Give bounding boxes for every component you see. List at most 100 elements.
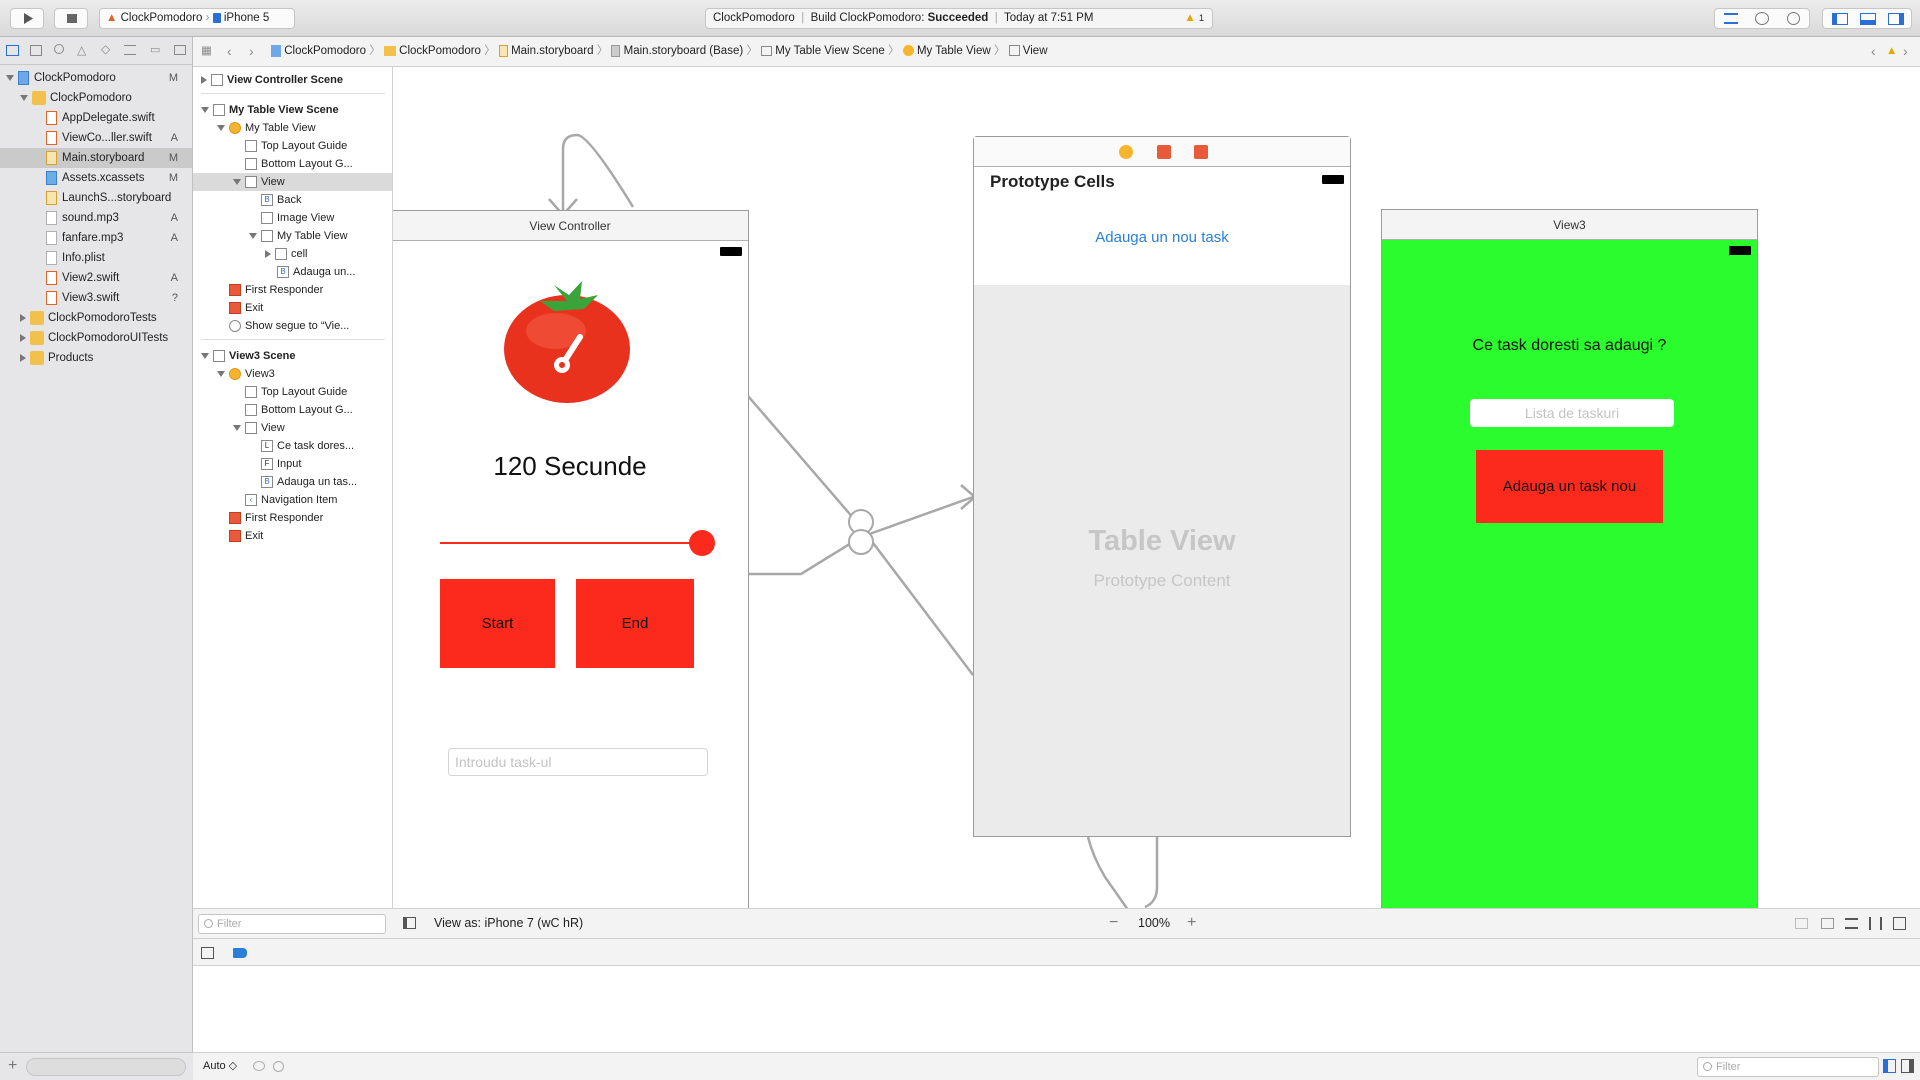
zoom-in-icon[interactable]: + — [1187, 908, 1196, 937]
nav-item-file[interactable]: sound.mp3 A — [0, 208, 192, 228]
slider-thumb[interactable] — [689, 530, 715, 556]
task-input[interactable]: Introudu task-ul — [448, 748, 708, 776]
outline-row[interactable]: Top Layout Guide — [245, 383, 347, 401]
outline-row[interactable]: F Input — [261, 455, 301, 473]
crumb-file[interactable]: Main.storyboard — [511, 45, 593, 57]
view-controller-scene[interactable]: View Controller 120 Secunde Start End In… — [393, 210, 749, 908]
end-button[interactable]: End — [576, 579, 694, 668]
outline-row[interactable]: Exit — [229, 299, 263, 317]
previous-issue-icon[interactable]: ‹ — [1871, 37, 1876, 66]
assistant-editor-icon[interactable] — [1755, 12, 1769, 25]
next-issue-icon[interactable]: › — [1903, 37, 1908, 66]
warning-indicator[interactable]: ▲ 1 — [1184, 9, 1204, 28]
nav-item-file[interactable]: ViewCo...ller.swift A — [0, 128, 192, 148]
add-new-task-button[interactable]: Adauga un task nou — [1476, 450, 1663, 523]
outline-row[interactable]: View3 — [217, 365, 275, 383]
nav-item-file[interactable]: Info.plist — [0, 248, 192, 268]
crumb-localization[interactable]: Main.storyboard (Base) — [624, 45, 744, 57]
nav-item-group[interactable]: ClockPomodoroTests — [0, 308, 192, 328]
outline-row[interactable]: First Responder — [229, 281, 323, 299]
outline-row-selected[interactable]: View — [193, 173, 392, 191]
info-icon[interactable] — [273, 1061, 284, 1072]
nav-item-file[interactable]: fanfare.mp3 A — [0, 228, 192, 248]
debug-console[interactable] — [193, 966, 1920, 1052]
nav-item-file[interactable]: LaunchS...storyboard — [0, 188, 192, 208]
related-items-icon[interactable]: ▦ — [201, 37, 212, 66]
outline-row[interactable]: Top Layout Guide — [245, 137, 347, 155]
breakpoint-navigator-icon[interactable]: ▭ — [150, 43, 160, 56]
auto-selector[interactable]: Auto ◇ — [203, 1053, 237, 1080]
outline-scene-row[interactable]: View3 Scene — [201, 347, 295, 365]
nav-item-group[interactable]: Products — [0, 348, 192, 368]
nav-item-file[interactable]: Assets.xcassets M — [0, 168, 192, 188]
outline-row[interactable]: My Table View — [249, 227, 348, 245]
scheme-selector[interactable]: ▲ ClockPomodoro › iPhone 5 — [99, 8, 295, 29]
outline-scene-row[interactable]: View Controller Scene — [201, 71, 343, 89]
prototype-cell[interactable]: Adauga un nou task — [974, 199, 1350, 285]
eye-icon[interactable] — [253, 1061, 265, 1071]
align-icon[interactable] — [1845, 918, 1858, 929]
outline-filter-field[interactable]: Filter — [198, 914, 386, 934]
outline-row[interactable]: My Table View — [217, 119, 316, 137]
test-navigator-icon[interactable]: ◇ — [101, 42, 110, 56]
first-responder-icon[interactable] — [1157, 145, 1171, 159]
outline-row[interactable]: Image View — [261, 209, 334, 227]
navigator-toggle-icon[interactable] — [1832, 13, 1848, 25]
variables-view-toggle-icon[interactable] — [1883, 1059, 1896, 1073]
time-slider[interactable] — [440, 528, 715, 558]
breadcrumb[interactable]: ClockPomodoro 〉 ClockPomodoro 〉 Main.sto… — [271, 37, 1048, 66]
outline-row[interactable]: ‹ Navigation Item — [245, 491, 337, 509]
crumb-view[interactable]: View — [1023, 45, 1048, 57]
table-view-scene[interactable]: Prototype Cells Adauga un nou task Table… — [973, 136, 1351, 837]
task-list-input[interactable]: Lista de taskuri — [1470, 399, 1674, 427]
editor-mode-control[interactable] — [1714, 8, 1810, 29]
issue-navigator-icon[interactable]: △ — [77, 43, 86, 57]
nav-item-project[interactable]: ClockPomodoro M — [0, 68, 192, 88]
utilities-toggle-icon[interactable] — [1888, 13, 1904, 25]
nav-item-file[interactable]: AppDelegate.swift — [0, 108, 192, 128]
folder-icon[interactable] — [6, 45, 19, 56]
view-as-device[interactable]: View as: iPhone 7 (wC hR) — [434, 909, 583, 938]
back-arrow-icon[interactable]: ‹ — [227, 37, 232, 66]
outline-row[interactable]: B Adauga un... — [277, 263, 355, 281]
view-controller-icon[interactable] — [1119, 145, 1133, 159]
search-icon[interactable] — [54, 44, 64, 54]
crumb-project[interactable]: ClockPomodoro — [284, 45, 366, 57]
nav-item-file-selected[interactable]: Main.storyboard M — [0, 148, 192, 168]
exit-icon[interactable] — [1194, 145, 1208, 159]
nav-item-file[interactable]: View3.swift? — [0, 288, 192, 308]
pin-icon[interactable] — [1869, 917, 1882, 930]
nav-item-group[interactable]: ClockPomodoroUITests — [0, 328, 192, 348]
zoom-out-icon[interactable]: − — [1109, 908, 1118, 937]
warning-icon[interactable]: ▲ — [1886, 37, 1897, 66]
outline-row[interactable]: B Back — [261, 191, 301, 209]
panel-toggle-control[interactable] — [1822, 8, 1912, 29]
add-task-cell-button[interactable]: Adauga un nou task — [974, 229, 1350, 246]
console-filter-field[interactable]: Filter — [1697, 1057, 1879, 1077]
segue-icon[interactable] — [848, 529, 874, 555]
resolve-issues-icon[interactable] — [1893, 917, 1906, 930]
debug-navigator-icon[interactable] — [124, 45, 136, 55]
outline-row[interactable]: View — [233, 419, 285, 437]
crumb-scene[interactable]: My Table View Scene — [775, 45, 885, 57]
outline-row[interactable]: Show segue to “Vie... — [229, 317, 349, 335]
outline-row[interactable]: Bottom Layout G... — [245, 155, 353, 173]
view3-scene[interactable]: View3 Ce task doresti sa adaugi ? Lista … — [1381, 209, 1758, 908]
storyboard-canvas[interactable]: View Controller 120 Secunde Start End In… — [393, 67, 1920, 908]
add-icon[interactable]: + — [8, 1057, 17, 1075]
outline-row[interactable]: First Responder — [229, 509, 323, 527]
symbol-navigator-icon[interactable] — [30, 45, 42, 56]
console-view-toggle-icon[interactable] — [1901, 1059, 1914, 1073]
outline-row[interactable]: L Ce task dores... — [261, 437, 354, 455]
stop-button[interactable] — [54, 8, 88, 29]
debug-toggle-icon[interactable] — [1860, 13, 1876, 25]
version-editor-icon[interactable] — [1787, 12, 1800, 25]
forward-arrow-icon[interactable]: › — [249, 37, 254, 66]
stack-icon[interactable] — [1821, 918, 1834, 929]
embed-in-icon[interactable] — [1795, 918, 1808, 929]
outline-row[interactable]: Exit — [229, 527, 263, 545]
outline-scene-row[interactable]: My Table View Scene — [201, 101, 339, 119]
nav-item-group[interactable]: ClockPomodoro — [0, 88, 192, 108]
start-button[interactable]: Start — [440, 579, 555, 668]
navigator-filter-field[interactable] — [26, 1058, 186, 1076]
